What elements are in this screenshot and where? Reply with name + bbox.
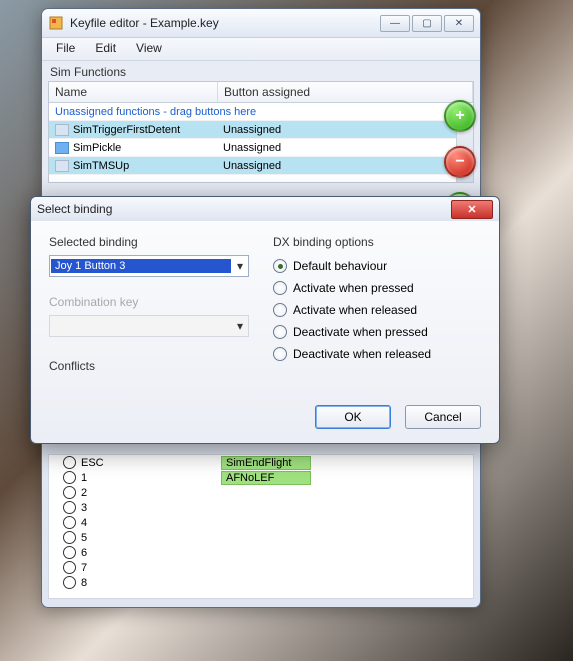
function-icon bbox=[55, 160, 69, 172]
radio-icon bbox=[273, 281, 287, 295]
selected-binding-label: Selected binding bbox=[49, 235, 249, 249]
table-row[interactable]: SimTMSUp Unassigned bbox=[49, 157, 473, 175]
app-icon bbox=[48, 15, 64, 31]
grid-header: Name Button assigned bbox=[49, 82, 473, 103]
function-assignment: Unassigned bbox=[217, 142, 473, 154]
function-icon bbox=[55, 124, 69, 136]
function-name: SimPickle bbox=[73, 142, 121, 154]
menu-view[interactable]: View bbox=[126, 38, 172, 60]
dialog-close-button[interactable]: ✕ bbox=[451, 200, 493, 219]
keylist-row[interactable]: 7 bbox=[49, 560, 473, 575]
key-binding: AFNoLEF bbox=[221, 471, 311, 485]
key-label: ESC bbox=[81, 457, 201, 469]
keylist-row[interactable]: 1 AFNoLEF bbox=[49, 470, 473, 485]
keylist-row[interactable]: 2 bbox=[49, 485, 473, 500]
key-binding: SimEndFlight bbox=[221, 456, 311, 470]
radio-icon bbox=[273, 259, 287, 273]
radio-icon bbox=[63, 561, 76, 574]
keylist-row[interactable]: 4 bbox=[49, 515, 473, 530]
radio-icon bbox=[63, 471, 76, 484]
selected-binding-combo[interactable]: Joy 1 Button 3 ▾ bbox=[49, 255, 249, 277]
function-name: SimTMSUp bbox=[73, 160, 129, 172]
minimize-button[interactable]: — bbox=[380, 15, 410, 32]
chevron-down-icon: ▾ bbox=[232, 259, 248, 273]
group-row[interactable]: Unassigned functions - drag buttons here bbox=[49, 106, 262, 118]
radio-activate-pressed[interactable]: Activate when pressed bbox=[273, 277, 481, 299]
col-assigned[interactable]: Button assigned bbox=[218, 82, 473, 102]
keylist-row[interactable]: ESC SimEndFlight bbox=[49, 455, 473, 470]
key-label: 4 bbox=[81, 517, 201, 529]
dx-options-label: DX binding options bbox=[273, 235, 481, 249]
menubar: File Edit View bbox=[42, 38, 480, 61]
function-name: SimTriggerFirstDetent bbox=[73, 124, 180, 136]
keylist-row[interactable]: 8 bbox=[49, 575, 473, 590]
combination-key-combo: ▾ bbox=[49, 315, 249, 337]
key-label: 5 bbox=[81, 532, 201, 544]
functions-grid[interactable]: Name Button assigned Unassigned function… bbox=[48, 81, 474, 183]
dialog-titlebar[interactable]: Select binding ✕ bbox=[31, 197, 499, 221]
function-icon bbox=[55, 142, 69, 154]
function-assignment: Unassigned bbox=[217, 124, 473, 136]
combination-key-label: Combination key bbox=[49, 295, 249, 309]
radio-icon bbox=[63, 486, 76, 499]
radio-deactivate-pressed[interactable]: Deactivate when pressed bbox=[273, 321, 481, 343]
key-label: 1 bbox=[81, 472, 201, 484]
menu-file[interactable]: File bbox=[46, 38, 85, 60]
cancel-button[interactable]: Cancel bbox=[405, 405, 481, 429]
key-label: 8 bbox=[81, 577, 201, 589]
keylist-row[interactable]: 6 bbox=[49, 545, 473, 560]
radio-deactivate-released[interactable]: Deactivate when released bbox=[273, 343, 481, 365]
key-label: 2 bbox=[81, 487, 201, 499]
radio-icon bbox=[63, 531, 76, 544]
dialog-title: Select binding bbox=[37, 202, 451, 216]
radio-icon bbox=[63, 516, 76, 529]
radio-default[interactable]: Default behaviour bbox=[273, 255, 481, 277]
window-title: Keyfile editor - Example.key bbox=[70, 16, 380, 30]
remove-button[interactable]: − bbox=[444, 146, 476, 178]
table-row[interactable]: SimTriggerFirstDetent Unassigned bbox=[49, 121, 473, 139]
section-label: Sim Functions bbox=[42, 61, 480, 81]
radio-icon bbox=[63, 501, 76, 514]
maximize-button[interactable]: ▢ bbox=[412, 15, 442, 32]
chevron-down-icon: ▾ bbox=[232, 319, 248, 333]
conflicts-label: Conflicts bbox=[49, 359, 249, 373]
keylist-row[interactable]: 3 bbox=[49, 500, 473, 515]
titlebar[interactable]: Keyfile editor - Example.key — ▢ ✕ bbox=[42, 9, 480, 38]
radio-icon bbox=[273, 325, 287, 339]
ok-button[interactable]: OK bbox=[315, 405, 391, 429]
radio-icon bbox=[63, 576, 76, 589]
radio-icon bbox=[63, 456, 76, 469]
keylist-panel: ESC SimEndFlight 1 AFNoLEF 2 3 4 5 6 7 8 bbox=[48, 454, 474, 599]
key-label: 6 bbox=[81, 547, 201, 559]
function-assignment: Unassigned bbox=[217, 160, 473, 172]
col-name[interactable]: Name bbox=[49, 82, 218, 102]
radio-icon bbox=[273, 347, 287, 361]
add-button[interactable]: + bbox=[444, 100, 476, 132]
table-row[interactable]: SimPickle Unassigned bbox=[49, 139, 473, 157]
selected-binding-value: Joy 1 Button 3 bbox=[51, 259, 231, 273]
menu-edit[interactable]: Edit bbox=[85, 38, 126, 60]
keylist-row[interactable]: 5 bbox=[49, 530, 473, 545]
key-label: 7 bbox=[81, 562, 201, 574]
radio-icon bbox=[63, 546, 76, 559]
close-button[interactable]: ✕ bbox=[444, 15, 474, 32]
radio-activate-released[interactable]: Activate when released bbox=[273, 299, 481, 321]
key-label: 3 bbox=[81, 502, 201, 514]
radio-icon bbox=[273, 303, 287, 317]
select-binding-dialog: Select binding ✕ Selected binding Joy 1 … bbox=[30, 196, 500, 444]
